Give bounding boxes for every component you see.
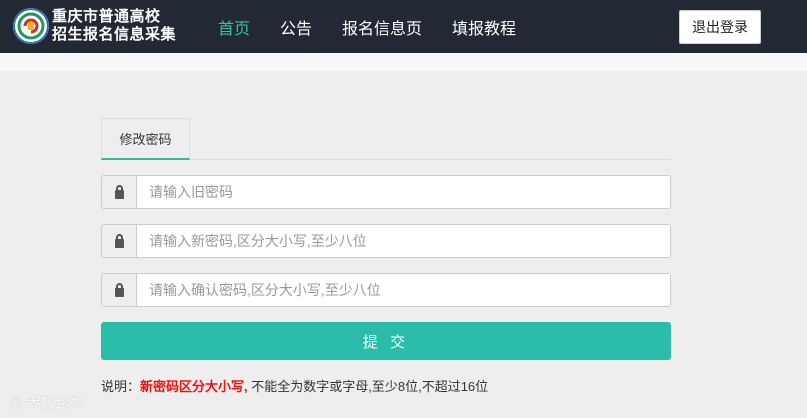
note-rest: 不能全为数字或字母,至少8位,不超过16位 [247,379,489,394]
lock-icon [101,175,136,209]
site-brand[interactable]: 重庆市普通高校 招生报名信息采集 [52,8,176,44]
note-emphasis: 新密码区分大小写, [140,379,248,394]
lock-icon [101,224,136,258]
note-prefix: 说明： [101,379,141,394]
emblem-icon[interactable] [13,8,49,44]
watermark-logo-icon: ℗ [10,395,26,412]
old-password-input[interactable] [136,175,671,209]
lock-icon [101,273,136,307]
password-rules-note: 说明：新密码区分大小写, 不能全为数字或字母,至少8位,不超过16位 [101,376,488,395]
submit-button[interactable]: 提 交 [101,322,671,360]
brand-title-line1: 重庆市普通高校 [52,8,161,25]
confirm-password-group [101,273,671,307]
tab-bar: 修改密码 [101,118,671,160]
top-navbar: 重庆市普通高校 招生报名信息采集 首页 公告 报名信息页 填报教程 退出登录 [0,0,807,53]
watermark-text: 大数跨境 [25,395,86,412]
old-password-group [101,175,671,209]
watermark: ℗ 大数跨境 [10,392,85,413]
confirm-password-input[interactable] [136,273,671,307]
header-strip [0,53,807,71]
nav-item-registration-info[interactable]: 报名信息页 [342,15,422,39]
nav-item-home[interactable]: 首页 [218,15,250,39]
main-nav: 首页 公告 报名信息页 填报教程 [218,0,546,53]
tab-change-password[interactable]: 修改密码 [101,118,190,160]
nav-item-tutorial[interactable]: 填报教程 [452,15,516,39]
brand-title-line2: 招生报名信息采集 [52,26,177,43]
nav-item-announcements[interactable]: 公告 [280,15,312,39]
logout-button[interactable]: 退出登录 [679,10,761,44]
new-password-input[interactable] [136,224,671,258]
new-password-group [101,224,671,258]
